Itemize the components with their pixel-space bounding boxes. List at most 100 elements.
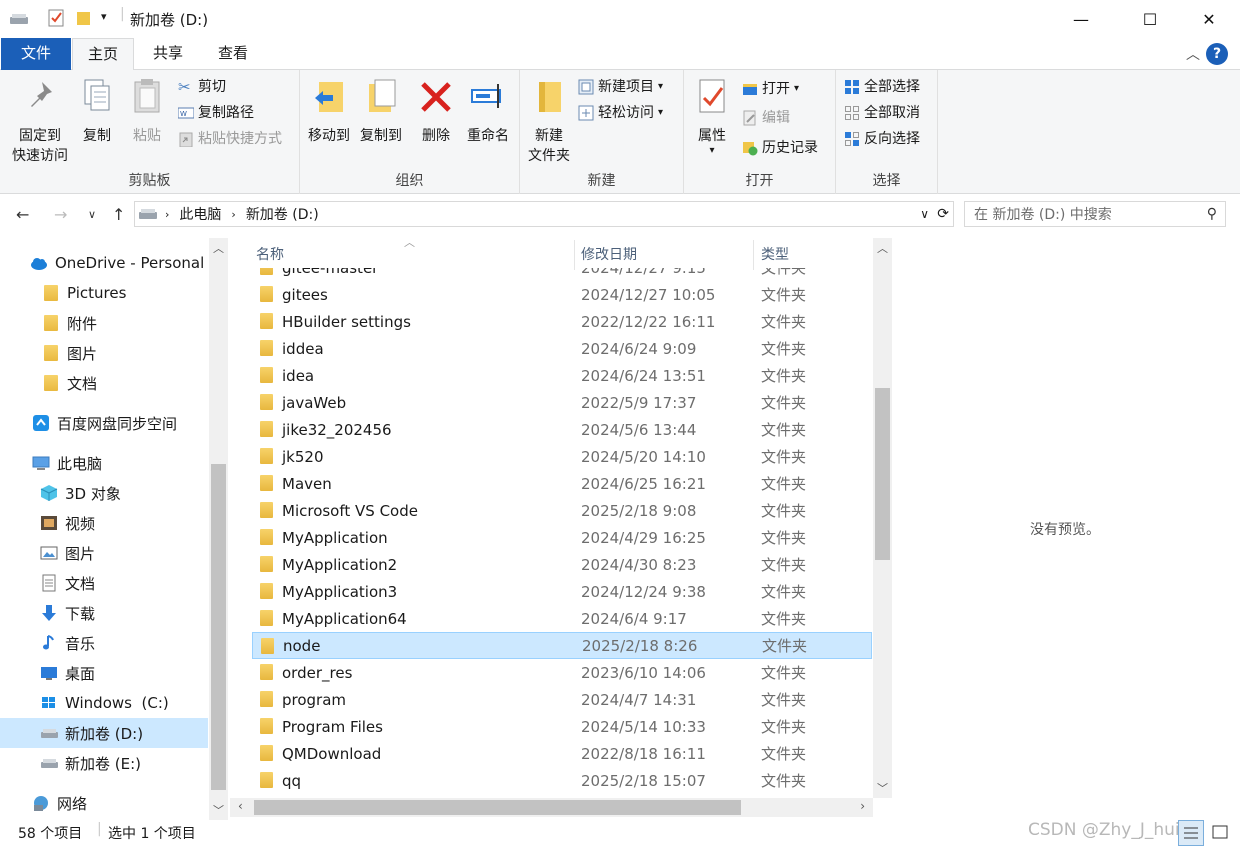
file-row[interactable]: program 2024/4/7 14:31 文件夹 (252, 686, 872, 713)
new-folder-button[interactable]: 新建 文件夹 (524, 76, 574, 166)
nav-item-desktop[interactable]: 桌面 (0, 658, 208, 688)
scroll-down-icon[interactable]: ﹀ (877, 780, 888, 796)
rename-button[interactable]: 重命名 (462, 76, 514, 146)
scroll-up-icon[interactable]: ︿ (213, 240, 224, 256)
properties-check-icon[interactable] (48, 9, 66, 27)
nav-item-network[interactable]: 网络 (0, 788, 208, 818)
list-hscroll-thumb[interactable] (254, 800, 741, 815)
list-vertical-scrollbar[interactable]: ︿ ﹀ (873, 238, 892, 798)
nav-item-documents-lib[interactable]: 文档 (0, 568, 208, 598)
nav-item-music[interactable]: 音乐 (0, 628, 208, 658)
file-row[interactable]: iddea 2024/6/24 9:09 文件夹 (252, 335, 872, 362)
column-header-name[interactable]: 名称 (256, 244, 284, 264)
column-divider[interactable] (574, 240, 575, 270)
properties-button[interactable]: 属性 ▾ (690, 76, 734, 156)
breadcrumb-this-pc[interactable]: 此电脑 (179, 204, 221, 224)
breadcrumb-separator-icon[interactable]: › (231, 208, 235, 221)
nav-item-images[interactable]: 图片 (0, 338, 208, 368)
file-row[interactable]: jk520 2024/5/20 14:10 文件夹 (252, 443, 872, 470)
easy-access-button[interactable]: 轻松访问 ▾ (578, 102, 663, 124)
close-button[interactable]: ✕ (1186, 0, 1232, 38)
tab-home[interactable]: 主页 (72, 38, 134, 71)
column-header-date[interactable]: 修改日期 (581, 244, 637, 264)
back-arrow-icon[interactable]: ← (16, 205, 29, 224)
history-button[interactable]: 历史记录 (742, 137, 818, 159)
file-row[interactable]: Maven 2024/6/25 16:21 文件夹 (252, 470, 872, 497)
file-row[interactable]: MyApplication3 2024/12/24 9:38 文件夹 (252, 578, 872, 605)
copy-to-button[interactable]: 复制到 (356, 76, 406, 146)
pin-to-quick-access-button[interactable]: 固定到 快速访问 (8, 76, 72, 166)
nav-item-onedrive[interactable]: OneDrive - Personal (0, 248, 208, 278)
file-row[interactable]: MyApplication2 2024/4/30 8:23 文件夹 (252, 551, 872, 578)
breadcrumb-drive-d[interactable]: 新加卷 (D:) (246, 204, 319, 224)
nav-scrollbar[interactable]: ︿ ﹀ (209, 238, 228, 820)
tab-file[interactable]: 文件 (1, 38, 71, 70)
file-row[interactable]: MyApplication64 2024/6/4 9:17 文件夹 (252, 605, 872, 632)
refresh-icon[interactable]: ⟳ (937, 206, 949, 222)
cut-button[interactable]: ✂ 剪切 (178, 76, 226, 98)
collapse-ribbon-icon[interactable]: ︿ (1186, 44, 1200, 64)
tab-share[interactable]: 共享 (138, 38, 198, 70)
edit-button[interactable]: 编辑 (742, 107, 790, 129)
file-row[interactable]: Microsoft VS Code 2025/2/18 9:08 文件夹 (252, 497, 872, 524)
file-row[interactable]: MyApplication 2024/4/29 16:25 文件夹 (252, 524, 872, 551)
scroll-up-icon[interactable]: ︿ (877, 240, 888, 256)
file-row[interactable]: Program Files 2024/5/14 10:33 文件夹 (252, 713, 872, 740)
nav-item-docs[interactable]: 文档 (0, 368, 208, 398)
minimize-button[interactable]: — (1058, 0, 1104, 38)
invert-selection-button[interactable]: 反向选择 (844, 128, 920, 150)
list-scrollbar-thumb[interactable] (875, 388, 890, 560)
delete-button[interactable]: 删除 (414, 76, 458, 146)
maximize-button[interactable]: ☐ (1127, 0, 1173, 38)
file-row[interactable]: order_res 2023/6/10 14:06 文件夹 (252, 659, 872, 686)
nav-item-videos[interactable]: 视频 (0, 508, 208, 538)
file-row[interactable]: qq 2025/2/18 15:07 文件夹 (252, 767, 872, 794)
file-row[interactable]: node 2025/2/18 8:26 文件夹 (252, 632, 872, 659)
paste-button[interactable]: 粘贴 (126, 76, 168, 146)
nav-item-drive-e[interactable]: 新加卷 (E:) (0, 748, 208, 778)
file-row[interactable]: javaWeb 2022/5/9 17:37 文件夹 (252, 389, 872, 416)
up-arrow-icon[interactable]: ↑ (112, 205, 125, 224)
large-icons-view-button[interactable] (1208, 820, 1234, 846)
nav-item-drive-d[interactable]: 新加卷 (D:) (0, 718, 208, 748)
file-row[interactable]: jike32_202456 2024/5/6 13:44 文件夹 (252, 416, 872, 443)
nav-item-this-pc[interactable]: 此电脑 (0, 448, 208, 478)
nav-item-attachments[interactable]: 附件 (0, 308, 208, 338)
select-none-button[interactable]: 全部取消 (844, 102, 920, 124)
quick-access-dropdown-icon[interactable]: ▾ (101, 10, 107, 23)
details-view-button[interactable] (1178, 820, 1204, 846)
column-divider[interactable] (753, 240, 754, 270)
scroll-right-icon[interactable]: › (860, 799, 865, 813)
copy-path-button[interactable]: W 复制路径 (178, 102, 254, 124)
address-dropdown-icon[interactable]: ∨ (920, 207, 929, 221)
search-input[interactable]: 在 新加卷 (D:) 中搜索 ⚲ (964, 201, 1226, 227)
column-header-type[interactable]: 类型 (761, 244, 789, 264)
file-row[interactable]: idea 2024/6/24 13:51 文件夹 (252, 362, 872, 389)
nav-item-3d-objects[interactable]: 3D 对象 (0, 478, 208, 508)
select-all-button[interactable]: 全部选择 (844, 76, 920, 98)
scroll-down-icon[interactable]: ﹀ (213, 802, 224, 818)
recent-locations-chevron-icon[interactable]: ∨ (88, 208, 96, 221)
forward-arrow-icon[interactable]: → (54, 205, 67, 224)
nav-item-baidu-sync[interactable]: 百度网盘同步空间 (0, 408, 208, 438)
paste-shortcut-button[interactable]: 粘贴快捷方式 (178, 128, 282, 150)
breadcrumb-separator-icon[interactable]: › (165, 208, 169, 221)
open-button[interactable]: 打开 ▾ (742, 78, 799, 100)
scroll-left-icon[interactable]: ‹ (238, 799, 243, 813)
nav-item-pictures-lib[interactable]: 图片 (0, 538, 208, 568)
nav-item-downloads[interactable]: 下载 (0, 598, 208, 628)
new-folder-icon[interactable] (76, 9, 92, 27)
move-to-button[interactable]: 移动到 (304, 76, 354, 146)
file-row[interactable]: gitees 2024/12/27 10:05 文件夹 (252, 281, 872, 308)
nav-item-drive-c[interactable]: Windows (C:) (0, 688, 208, 718)
file-row[interactable]: HBuilder settings 2022/12/22 16:11 文件夹 (252, 308, 872, 335)
new-item-button[interactable]: 新建项目 ▾ (578, 76, 663, 98)
file-row[interactable]: gitee-master 2024/12/27 9:15 文件夹 (252, 268, 872, 281)
nav-item-pictures[interactable]: Pictures (0, 278, 208, 308)
list-horizontal-scrollbar[interactable]: ‹ › (230, 798, 873, 817)
tab-view[interactable]: 查看 (203, 38, 263, 70)
nav-scrollbar-thumb[interactable] (211, 464, 226, 790)
file-row[interactable]: QMDownload 2022/8/18 16:11 文件夹 (252, 740, 872, 767)
copy-button[interactable]: 复制 (76, 76, 118, 146)
help-button[interactable]: ? (1206, 43, 1228, 65)
